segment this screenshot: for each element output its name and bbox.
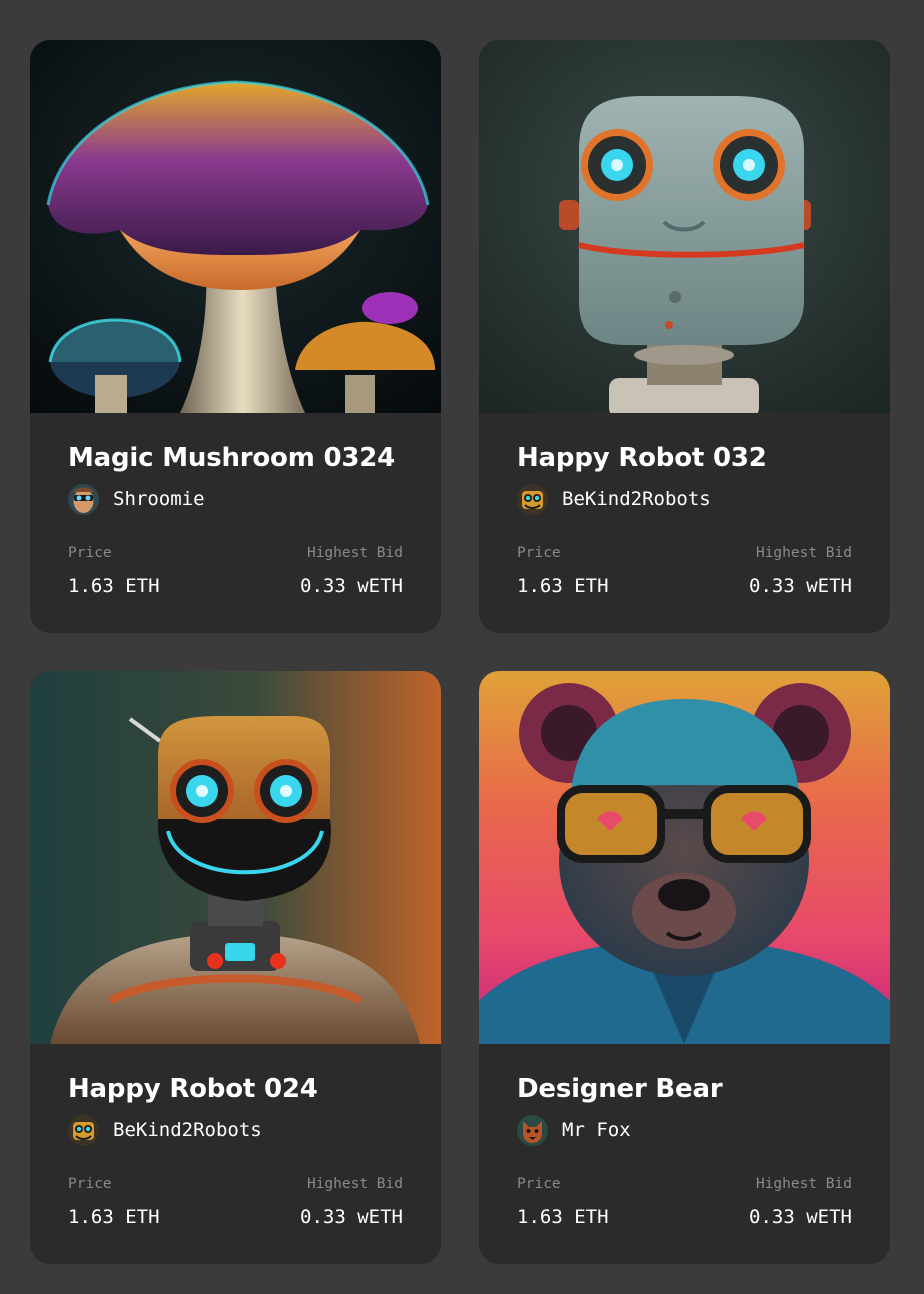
artist-name: BeKind2Robots (562, 488, 711, 510)
bear-artwork-icon (479, 671, 890, 1044)
highest-bid-value: 0.33 wETH (749, 1206, 852, 1228)
nft-card[interactable]: Happy Robot 024 BeKind2Robots Price High… (30, 671, 441, 1264)
nft-card-grid: Magic Mushroom 0324 Shroomie Price Highe… (30, 40, 890, 1264)
gray-robot-artwork-icon (479, 40, 890, 413)
orange-robot-artwork-icon (30, 671, 441, 1044)
artist-row[interactable]: BeKind2Robots (517, 483, 711, 515)
highest-bid-label: Highest Bid (755, 545, 852, 561)
nft-image[interactable] (30, 671, 441, 1044)
price-value: 1.63 ETH (517, 575, 609, 597)
highest-bid-value: 0.33 wETH (300, 1206, 403, 1228)
price-label: Price (517, 545, 561, 561)
highest-bid-label: Highest Bid (755, 1176, 852, 1192)
price-value: 1.63 ETH (68, 1206, 160, 1228)
artist-name: BeKind2Robots (113, 1119, 262, 1141)
robot-avatar-icon (68, 1114, 99, 1146)
highest-bid-value: 0.33 wETH (300, 575, 403, 597)
price-label: Price (68, 545, 112, 561)
highest-bid-label: Highest Bid (306, 1176, 403, 1192)
nft-title[interactable]: Magic Mushroom 0324 (68, 443, 395, 473)
price-label: Price (68, 1176, 112, 1192)
nft-card[interactable]: Designer Bear Mr Fox Price Highest Bid 1… (479, 671, 890, 1264)
nft-title[interactable]: Happy Robot 024 (68, 1074, 318, 1104)
price-label: Price (517, 1176, 561, 1192)
nft-title[interactable]: Designer Bear (517, 1074, 723, 1104)
nft-card[interactable]: Magic Mushroom 0324 Shroomie Price Highe… (30, 40, 441, 633)
artist-name: Mr Fox (562, 1119, 631, 1141)
highest-bid-value: 0.33 wETH (749, 575, 852, 597)
price-value: 1.63 ETH (517, 1206, 609, 1228)
robot-avatar-icon (517, 483, 548, 515)
artist-row[interactable]: Shroomie (68, 483, 205, 515)
price-value: 1.63 ETH (68, 575, 160, 597)
highest-bid-label: Highest Bid (306, 545, 403, 561)
fox-avatar-icon (517, 1114, 548, 1146)
artist-row[interactable]: Mr Fox (517, 1114, 631, 1146)
artist-row[interactable]: BeKind2Robots (68, 1114, 262, 1146)
artist-name: Shroomie (113, 488, 205, 510)
nft-image[interactable] (479, 671, 890, 1044)
mushroom-artwork-icon (30, 40, 441, 413)
nft-image[interactable] (30, 40, 441, 413)
nft-card[interactable]: Happy Robot 032 BeKind2Robots Price High… (479, 40, 890, 633)
nft-image[interactable] (479, 40, 890, 413)
nft-title[interactable]: Happy Robot 032 (517, 443, 767, 473)
mushroom-avatar-icon (68, 483, 99, 515)
